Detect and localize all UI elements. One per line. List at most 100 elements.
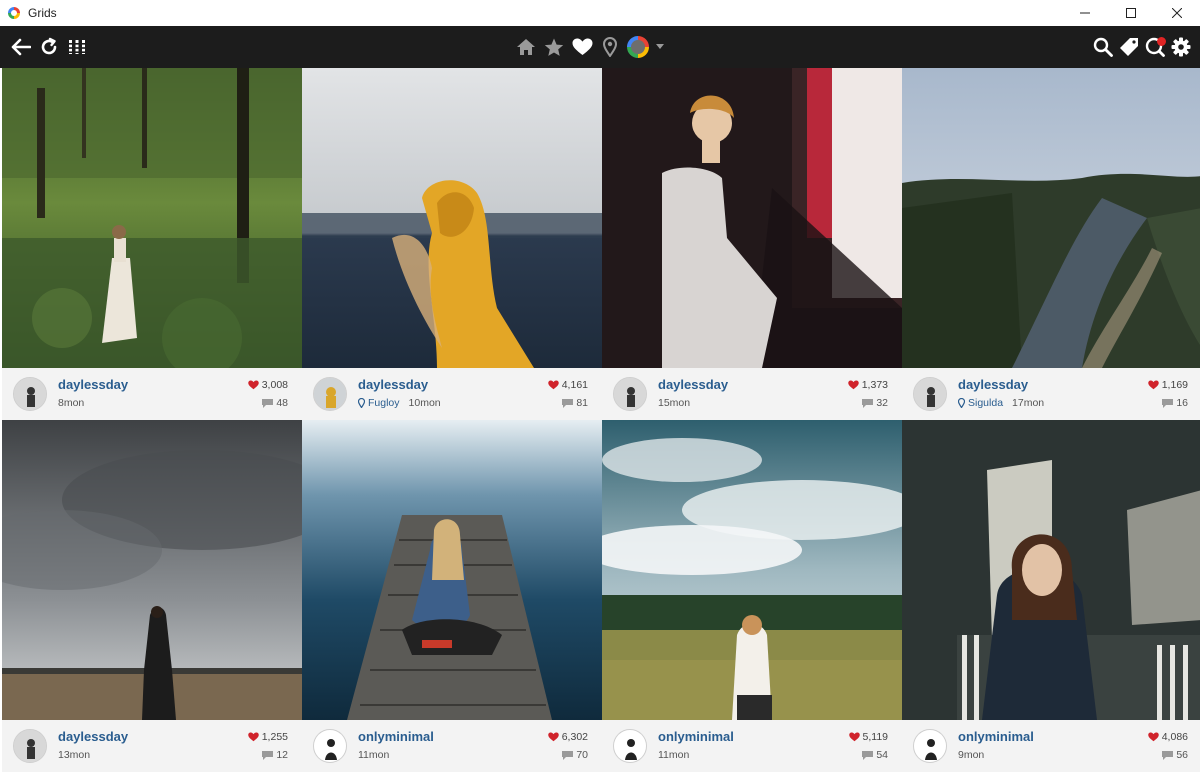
window-titlebar: Grids	[0, 0, 1200, 26]
post-card[interactable]: daylessday Sigulda 17mon 1,169 16	[902, 68, 1200, 420]
username-link[interactable]: onlyminimal	[958, 729, 1034, 744]
close-icon	[1172, 8, 1182, 18]
post-subinfo: 9mon	[958, 749, 984, 761]
post-photo[interactable]	[902, 68, 1200, 368]
avatar[interactable]	[913, 377, 947, 411]
refresh-button[interactable]	[38, 36, 60, 58]
avatar[interactable]	[13, 729, 47, 763]
username-link[interactable]: onlyminimal	[358, 729, 434, 744]
post-subinfo: 11mon	[358, 749, 389, 761]
post-photo[interactable]	[302, 68, 602, 368]
like-count[interactable]: 1,373	[847, 379, 888, 391]
maximize-button[interactable]	[1108, 0, 1154, 26]
post-time: 11mon	[358, 749, 390, 761]
notifications-button[interactable]	[1144, 36, 1166, 58]
post-photo[interactable]	[602, 420, 902, 720]
grid-view-icon	[68, 40, 86, 54]
search-button[interactable]	[1092, 36, 1114, 58]
settings-button[interactable]	[1170, 36, 1192, 58]
comment-icon	[562, 750, 574, 760]
username-link[interactable]: onlyminimal	[658, 729, 734, 744]
home-icon	[517, 39, 535, 55]
home-button[interactable]	[515, 36, 537, 58]
location-button[interactable]	[599, 36, 621, 58]
post-photo[interactable]	[2, 420, 302, 720]
comment-icon	[862, 750, 874, 760]
post-subinfo: Fugloy 10mon	[358, 397, 441, 409]
post-photo[interactable]	[302, 420, 602, 720]
account-button[interactable]	[627, 36, 649, 58]
like-count[interactable]: 6,302	[547, 731, 588, 743]
post-photo[interactable]	[902, 420, 1200, 720]
heart-icon	[848, 732, 860, 742]
post-location[interactable]: Fugloy	[368, 397, 400, 409]
post-card[interactable]: daylessday 8mon 3,008 48	[2, 68, 302, 420]
like-count[interactable]: 3,008	[247, 379, 288, 391]
comment-count[interactable]: 81	[562, 397, 588, 409]
comment-icon	[262, 398, 274, 408]
username-link[interactable]: daylessday	[358, 377, 428, 392]
post-meta: daylessday 8mon 3,008 48	[2, 368, 302, 420]
post-meta: daylessday 13mon 1,255 12	[2, 720, 302, 772]
username-link[interactable]: daylessday	[58, 377, 128, 392]
avatar[interactable]	[613, 377, 647, 411]
post-time: 11mon	[658, 749, 690, 761]
post-card[interactable]: daylessday Fugloy 10mon 4,161 81	[302, 68, 602, 420]
avatar[interactable]	[313, 377, 347, 411]
post-meta: daylessday Sigulda 17mon 1,169 16	[902, 368, 1200, 420]
comment-count[interactable]: 32	[862, 397, 888, 409]
post-card[interactable]: daylessday 13mon 1,255 12	[2, 420, 302, 772]
favorites-button[interactable]	[543, 36, 565, 58]
post-meta: onlyminimal 11mon 5,119 54	[602, 720, 902, 772]
post-card[interactable]: onlyminimal 9mon 4,086 56	[902, 420, 1200, 772]
post-card[interactable]: onlyminimal 11mon 6,302 70	[302, 420, 602, 772]
tags-button[interactable]	[1118, 36, 1140, 58]
comment-count[interactable]: 70	[562, 749, 588, 761]
post-card[interactable]: onlyminimal 11mon 5,119 54	[602, 420, 902, 772]
chevron-down-icon	[656, 44, 664, 49]
photo-grid: daylessday 8mon 3,008 48 daylessday Fugl…	[0, 68, 1200, 772]
post-photo[interactable]	[602, 68, 902, 368]
comment-icon	[262, 750, 274, 760]
grid-view-button[interactable]	[66, 36, 88, 58]
minimize-button[interactable]	[1062, 0, 1108, 26]
like-count[interactable]: 5,119	[848, 731, 888, 743]
avatar[interactable]	[613, 729, 647, 763]
back-button[interactable]	[10, 36, 32, 58]
account-dropdown-button[interactable]	[655, 36, 665, 58]
username-link[interactable]: daylessday	[658, 377, 728, 392]
post-time: 17mon	[1012, 397, 1045, 409]
comment-icon	[1162, 398, 1174, 408]
like-count[interactable]: 4,086	[1147, 731, 1188, 743]
like-count[interactable]: 4,161	[547, 379, 588, 391]
avatar[interactable]	[313, 729, 347, 763]
avatar[interactable]	[13, 377, 47, 411]
comment-count[interactable]: 48	[262, 397, 288, 409]
comment-icon	[562, 398, 574, 408]
post-meta: daylessday Fugloy 10mon 4,161 81	[302, 368, 602, 420]
like-count[interactable]: 1,169	[1147, 379, 1188, 391]
refresh-icon	[41, 37, 57, 55]
likes-button[interactable]	[571, 36, 593, 58]
comment-count[interactable]: 56	[1162, 749, 1188, 761]
close-button[interactable]	[1154, 0, 1200, 26]
heart-icon	[1147, 732, 1159, 742]
comment-count[interactable]: 12	[262, 749, 288, 761]
minimize-icon	[1080, 12, 1090, 14]
heart-icon	[547, 732, 559, 742]
post-time: 10mon	[408, 397, 441, 409]
username-link[interactable]: daylessday	[958, 377, 1028, 392]
app-logo-icon	[8, 7, 20, 19]
post-photo[interactable]	[2, 68, 302, 368]
username-link[interactable]: daylessday	[58, 729, 128, 744]
window-controls	[1062, 0, 1200, 26]
post-subinfo: 8mon	[58, 397, 84, 409]
post-card[interactable]: daylessday 15mon 1,373 32	[602, 68, 902, 420]
post-time: 8mon	[58, 397, 85, 409]
comment-count[interactable]: 16	[1162, 397, 1188, 409]
search-icon	[1093, 37, 1113, 57]
avatar[interactable]	[913, 729, 947, 763]
comment-count[interactable]: 54	[862, 749, 888, 761]
like-count[interactable]: 1,255	[247, 731, 288, 743]
post-location[interactable]: Sigulda	[968, 397, 1003, 409]
